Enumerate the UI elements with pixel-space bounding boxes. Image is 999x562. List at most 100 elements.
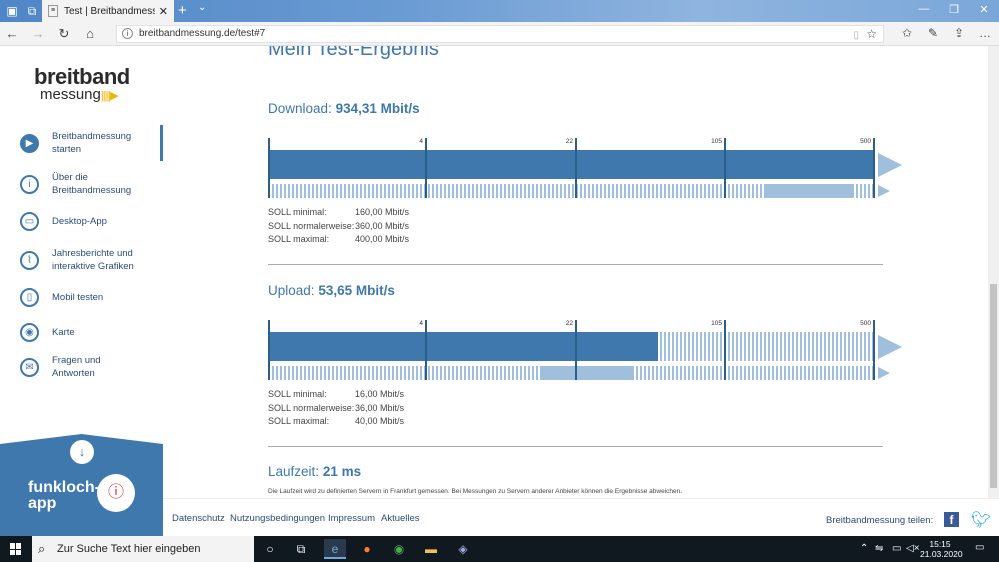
tick-label: 22 [565, 320, 573, 327]
taskbar-search-input[interactable]: ⌕ Zur Suche Text hier eingeben [32, 536, 254, 562]
footer-link-aktuelles[interactable]: Aktuelles [381, 513, 420, 524]
gauge-origin [268, 138, 270, 198]
footer-link-nutzungsbedingungen[interactable]: Nutzungsbedingungen [230, 513, 325, 524]
sidebar-item-map[interactable]: ◉ Karte [0, 321, 163, 343]
chevron-down-icon[interactable]: ⌄ [198, 2, 206, 13]
soll-range [764, 184, 854, 198]
pen-icon[interactable]: ✎ [925, 26, 941, 40]
sidebar-item-label: Mobil testen [52, 291, 104, 303]
sidebar-item-start[interactable]: ▶ Breitbandmessung starten [0, 125, 163, 161]
back-tabs-icon[interactable]: ⧉ [24, 3, 40, 19]
app-icon[interactable]: ◈ [452, 539, 474, 559]
soll-key: SOLL minimal: [268, 207, 327, 217]
cortana-icon[interactable]: ○ [259, 539, 281, 559]
soll-value: 400,00 Mbit/s [355, 234, 410, 244]
arrow-down-icon[interactable]: ↓ [70, 440, 94, 464]
logo-line2: messung [40, 86, 101, 103]
twitter-icon[interactable]: 🐦︎ [971, 510, 991, 530]
forward-icon[interactable]: → [30, 26, 46, 41]
scrollbar-thumb[interactable] [990, 284, 997, 488]
footer-link-datenschutz[interactable]: Datenschutz [172, 513, 225, 524]
site-info-icon[interactable]: i [122, 28, 133, 39]
tab-actions-icon[interactable]: ▣ [4, 3, 20, 19]
chart-icon: ⌇ [20, 250, 39, 270]
tick-label: 4 [419, 138, 423, 145]
tick-label: 500 [860, 138, 871, 145]
soll-range [542, 366, 632, 380]
new-tab-icon[interactable]: + [178, 2, 187, 19]
reading-view-icon[interactable]: ▯ [853, 28, 859, 44]
edge-icon[interactable]: e [324, 539, 346, 559]
more-icon[interactable]: … [977, 26, 993, 40]
share-label: Breitbandmessung teilen: [826, 515, 934, 526]
gauge-mark-4 [425, 138, 427, 198]
soll-row: SOLL minimal: 16,00 Mbit/s [268, 389, 404, 403]
upload-soll-list: SOLL minimal: 16,00 Mbit/s SOLL normalerw… [268, 389, 404, 430]
url-field[interactable]: i breitbandmessung.de/test#7 ▯ ☆ [116, 25, 884, 43]
gauge-origin [268, 320, 270, 380]
refresh-icon[interactable]: ↻ [56, 26, 72, 42]
favorites-icon[interactable]: ✩ [899, 26, 915, 40]
chat-icon: ✉ [20, 357, 39, 377]
mobile-icon: ▯ [20, 287, 39, 307]
soll-key: SOLL normalerweise: [268, 220, 355, 231]
firefox-icon[interactable]: ● [356, 539, 378, 559]
battery-icon[interactable]: ▭ [892, 543, 901, 554]
notifications-icon[interactable]: ▭ [975, 542, 984, 553]
arrow-right-icon [878, 153, 902, 177]
share-icon[interactable]: ⇪ [951, 26, 967, 40]
sidebar-item-faq[interactable]: ✉ Fragen und Antworten [0, 355, 163, 379]
home-icon[interactable]: ⌂ [82, 26, 98, 41]
close-tab-icon[interactable]: ✕ [159, 5, 168, 18]
soll-key: SOLL minimal: [268, 389, 327, 399]
file-explorer-icon[interactable]: ▬ [420, 539, 442, 559]
download-gauge: 4 22 105 500 [268, 138, 908, 198]
windows-taskbar: ⌕ Zur Suche Text hier eingeben ○ ⧉ e ● ◉… [0, 536, 999, 562]
task-view-icon[interactable]: ⧉ [290, 539, 312, 559]
minimize-icon[interactable]: — [914, 3, 934, 15]
back-icon[interactable]: ← [4, 26, 20, 41]
sidebar-item-about[interactable]: i Über die Breitbandmessung [0, 166, 163, 202]
laufzeit-title: Laufzeit: 21 ms [268, 464, 361, 479]
breitbandmessung-logo[interactable]: breitband messung|||||▶ [34, 66, 144, 103]
page-title: Mein Test-Ergebnis [268, 46, 439, 60]
tray-chevron-icon[interactable]: ⌃ [860, 543, 868, 554]
download-soll-list: SOLL minimal: 160,00 Mbit/s SOLL normaler… [268, 207, 409, 248]
taskbar-clock[interactable]: 15:15 21.03.2020 [920, 539, 963, 559]
divider [268, 264, 883, 265]
download-label: Download: [268, 101, 332, 116]
sidebar-item-mobile[interactable]: ▯ Mobil testen [0, 286, 163, 308]
soll-value: 360,00 Mbit/s [355, 220, 410, 231]
clock-time: 15:15 [929, 539, 951, 549]
soll-key: SOLL normalerweise: [268, 402, 355, 413]
close-window-icon[interactable]: ✕ [974, 3, 994, 16]
sidebar-item-reports[interactable]: ⌇ Jahresberichte und interaktive Grafike… [0, 242, 163, 278]
address-bar-row: ← → ↻ ⌂ i breitbandmessung.de/test#7 ▯ ☆… [0, 22, 999, 46]
browser-titlebar: ▣ ⧉ ≡ Test | Breitbandmessung ✕ + ⌄ — ❐ … [0, 0, 999, 22]
footer-link-impressum[interactable]: Impressum [328, 513, 375, 524]
page-scrollbar[interactable] [988, 46, 999, 498]
browser-tab[interactable]: ≡ Test | Breitbandmessung ✕ [42, 0, 174, 22]
network-icon[interactable]: ⇋ [875, 543, 883, 554]
footer: Datenschutz Nutzungsbedingungen Impressu… [163, 498, 999, 536]
sidebar-item-label: Breitbandmessung starten [52, 131, 132, 155]
funkloch-logo-icon[interactable]: ⓘ [97, 474, 135, 512]
sidebar-item-desktop-app[interactable]: ▭ Desktop-App [0, 210, 163, 232]
windows-start-icon[interactable] [10, 543, 22, 555]
volume-icon[interactable]: ◁× [906, 543, 920, 554]
upload-gauge: 4 22 105 500 [268, 320, 908, 380]
favorite-star-icon[interactable]: ☆ [866, 26, 877, 42]
soll-row: SOLL normalerweise: 360,00 Mbit/s [268, 221, 409, 235]
funkloch-app-text[interactable]: funkloch-app [28, 480, 108, 512]
download-bar [268, 150, 874, 179]
maximize-icon[interactable]: ❐ [944, 3, 964, 16]
chrome-icon[interactable]: ◉ [388, 539, 410, 559]
url-text: breitbandmessung.de/test#7 [139, 28, 266, 39]
tick-label: 22 [565, 138, 573, 145]
gauge-mark-105 [724, 320, 726, 380]
play-icon: ▶ [20, 133, 39, 153]
facebook-icon[interactable]: f [944, 512, 959, 527]
gauge-mark-500 [873, 320, 875, 380]
download-value: 934,31 Mbit/s [335, 101, 420, 116]
soll-key: SOLL maximal: [268, 234, 330, 244]
